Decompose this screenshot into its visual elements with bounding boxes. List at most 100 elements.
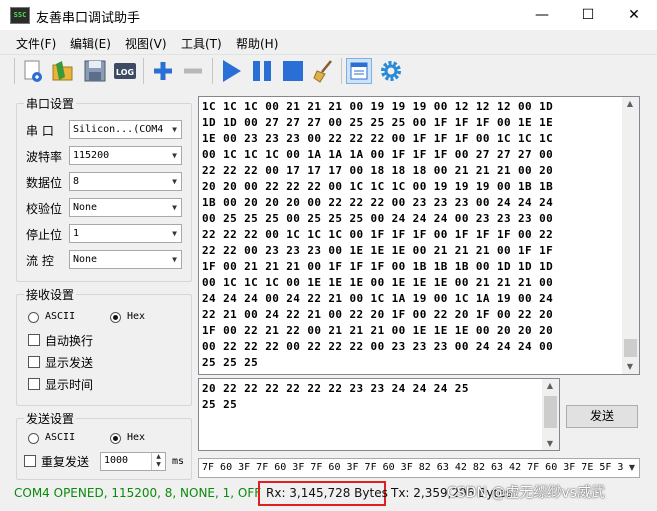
flow-value: None [73,254,98,265]
flow-select[interactable]: None ▼ [69,250,182,269]
chevron-down-icon: ▼ [172,255,177,264]
add-icon[interactable] [150,58,176,84]
menu-view[interactable]: 视图(V) [125,35,167,52]
send-line: 25 25 [202,398,238,411]
show-send-label: 显示发送 [45,356,94,370]
menu-help[interactable]: 帮助(H) [236,35,278,52]
scroll-thumb[interactable] [624,339,637,357]
receive-ascii-radio[interactable] [28,312,39,323]
interval-value: 1000 [104,455,129,466]
receive-hex-radio[interactable] [110,312,121,323]
receive-line: 00 22 22 22 00 22 22 22 00 23 23 23 00 2… [202,340,554,353]
send-ascii-radio[interactable] [28,433,39,444]
show-send-checkbox[interactable] [28,356,40,368]
parity-value: None [73,202,98,213]
send-hex-radio[interactable] [110,433,121,444]
stop-icon[interactable] [280,58,306,84]
minimize-button[interactable]: — [519,0,565,30]
close-button[interactable]: ✕ [611,0,657,30]
parity-select[interactable]: None ▼ [69,198,182,217]
baud-select[interactable]: 115200 ▼ [69,146,182,165]
maximize-button[interactable]: ☐ [565,0,611,30]
clear-icon[interactable] [311,58,337,84]
repeat-send-label: 重复发送 [41,455,90,469]
receive-line: 25 25 25 [202,356,259,369]
receive-line: 1C 1C 1C 00 21 21 21 00 19 19 19 00 12 1… [202,100,554,113]
send-settings-label: 发送设置 [24,410,77,427]
log-icon[interactable]: LOG [112,58,138,84]
menu-file[interactable]: 文件(F) [16,35,56,52]
start-icon[interactable] [218,58,244,84]
app-icon: SSC [10,7,30,24]
watermark: CSDN @虚无缥缈vs威武 [447,485,605,501]
repeat-send-checkbox[interactable] [24,455,36,467]
scroll-thumb[interactable] [544,396,557,428]
receive-settings-label: 接收设置 [24,286,77,303]
window-title: 友善串口调试助手 [36,11,141,26]
rx-counter: Rx: 3,145,728 Bytes [266,486,388,500]
history-value: 7F 60 3F 7F 60 3F 7F 60 3F 7F 60 3F 82 6… [202,462,624,473]
log-label: LOG [116,68,134,77]
new-icon[interactable] [20,58,46,84]
receive-content: 1C 1C 1C 00 21 21 21 00 19 19 19 00 12 1… [198,99,622,373]
menu-edit[interactable]: 编辑(E) [70,35,111,52]
chevron-down-icon: ▼ [172,229,177,238]
databits-value: 8 [73,176,80,187]
receive-line: 22 22 22 00 17 17 17 00 18 18 18 00 21 2… [202,164,554,177]
receive-line: 20 20 00 22 22 22 00 1C 1C 1C 00 19 19 1… [202,180,554,193]
auto-wrap-label: 自动换行 [45,334,94,348]
receive-line: 1D 1D 00 27 27 27 00 25 25 25 00 1F 1F 1… [202,116,554,129]
scroll-up-icon[interactable]: ▲ [542,381,558,390]
receive-line: 22 21 00 24 22 21 00 22 20 1F 00 22 20 1… [202,308,554,321]
settings-icon[interactable] [378,58,404,84]
chevron-down-icon: ▼ [172,151,177,160]
history-select[interactable]: 7F 60 3F 7F 60 3F 7F 60 3F 7F 60 3F 82 6… [198,458,640,478]
toolbar-separator [212,58,213,84]
receive-ascii-label: ASCII [45,311,76,322]
receive-settings-group [16,294,192,406]
interval-input[interactable]: 1000 ▲ ▼ [100,452,166,471]
send-button[interactable]: 发送 [566,405,638,428]
chevron-down-icon: ▼ [172,203,177,212]
chevron-down-icon: ▼ [172,177,177,186]
send-hex-label: Hex [127,432,146,443]
scroll-down-icon[interactable]: ▼ [542,439,558,448]
scroll-up-icon[interactable]: ▲ [622,99,638,108]
baud-label: 波特率 [26,150,63,164]
receive-line: 1F 00 22 21 22 00 21 21 21 00 1E 1E 1E 0… [202,324,554,337]
window-icon[interactable] [346,58,372,84]
toolbar-grip [14,58,15,84]
chevron-down-icon: ▼ [172,125,177,134]
receive-line: 1F 00 21 21 21 00 1F 1F 1F 00 1B 1B 1B 0… [202,260,554,273]
receive-scrollbar[interactable] [622,97,639,374]
databits-select[interactable]: 8 ▼ [69,172,182,191]
show-time-checkbox[interactable] [28,378,40,390]
receive-hex-label: Hex [127,311,146,322]
receive-line: 00 1C 1C 1C 00 1A 1A 1A 00 1F 1F 1F 00 2… [202,148,554,161]
spinner-arrows-icon[interactable]: ▲ ▼ [151,453,165,470]
flow-label: 流 控 [26,254,54,268]
connection-status: COM4 OPENED, 115200, 8, NONE, 1, OFF [14,486,262,500]
save-icon[interactable] [82,58,108,84]
open-icon[interactable] [50,58,76,84]
show-time-label: 显示时间 [45,378,94,392]
stopbits-label: 停止位 [26,228,63,242]
databits-label: 数据位 [26,176,63,190]
interval-unit-label: ms [172,456,185,467]
scroll-down-icon[interactable]: ▼ [622,362,638,371]
receive-line: 1E 00 23 23 23 00 22 22 22 00 1F 1F 1F 0… [202,132,554,145]
chevron-down-icon[interactable]: ▼ [625,459,639,477]
baud-value: 115200 [73,150,110,161]
parity-label: 校验位 [26,202,63,216]
toolbar-separator [341,58,342,84]
remove-icon[interactable] [180,58,206,84]
auto-wrap-checkbox[interactable] [28,334,40,346]
stopbits-select[interactable]: 1 ▼ [69,224,182,243]
pause-icon[interactable] [249,58,275,84]
port-select[interactable]: Silicon...(COM4 ▼ [69,120,182,139]
port-value: Silicon...(COM4 [73,124,164,135]
receive-line: 24 24 24 00 24 22 21 00 1C 1A 19 00 1C 1… [202,292,554,305]
menu-tools[interactable]: 工具(T) [181,35,222,52]
port-label: 串 口 [26,124,54,138]
receive-line: 1B 00 20 20 20 00 22 22 22 00 23 23 23 0… [202,196,554,209]
